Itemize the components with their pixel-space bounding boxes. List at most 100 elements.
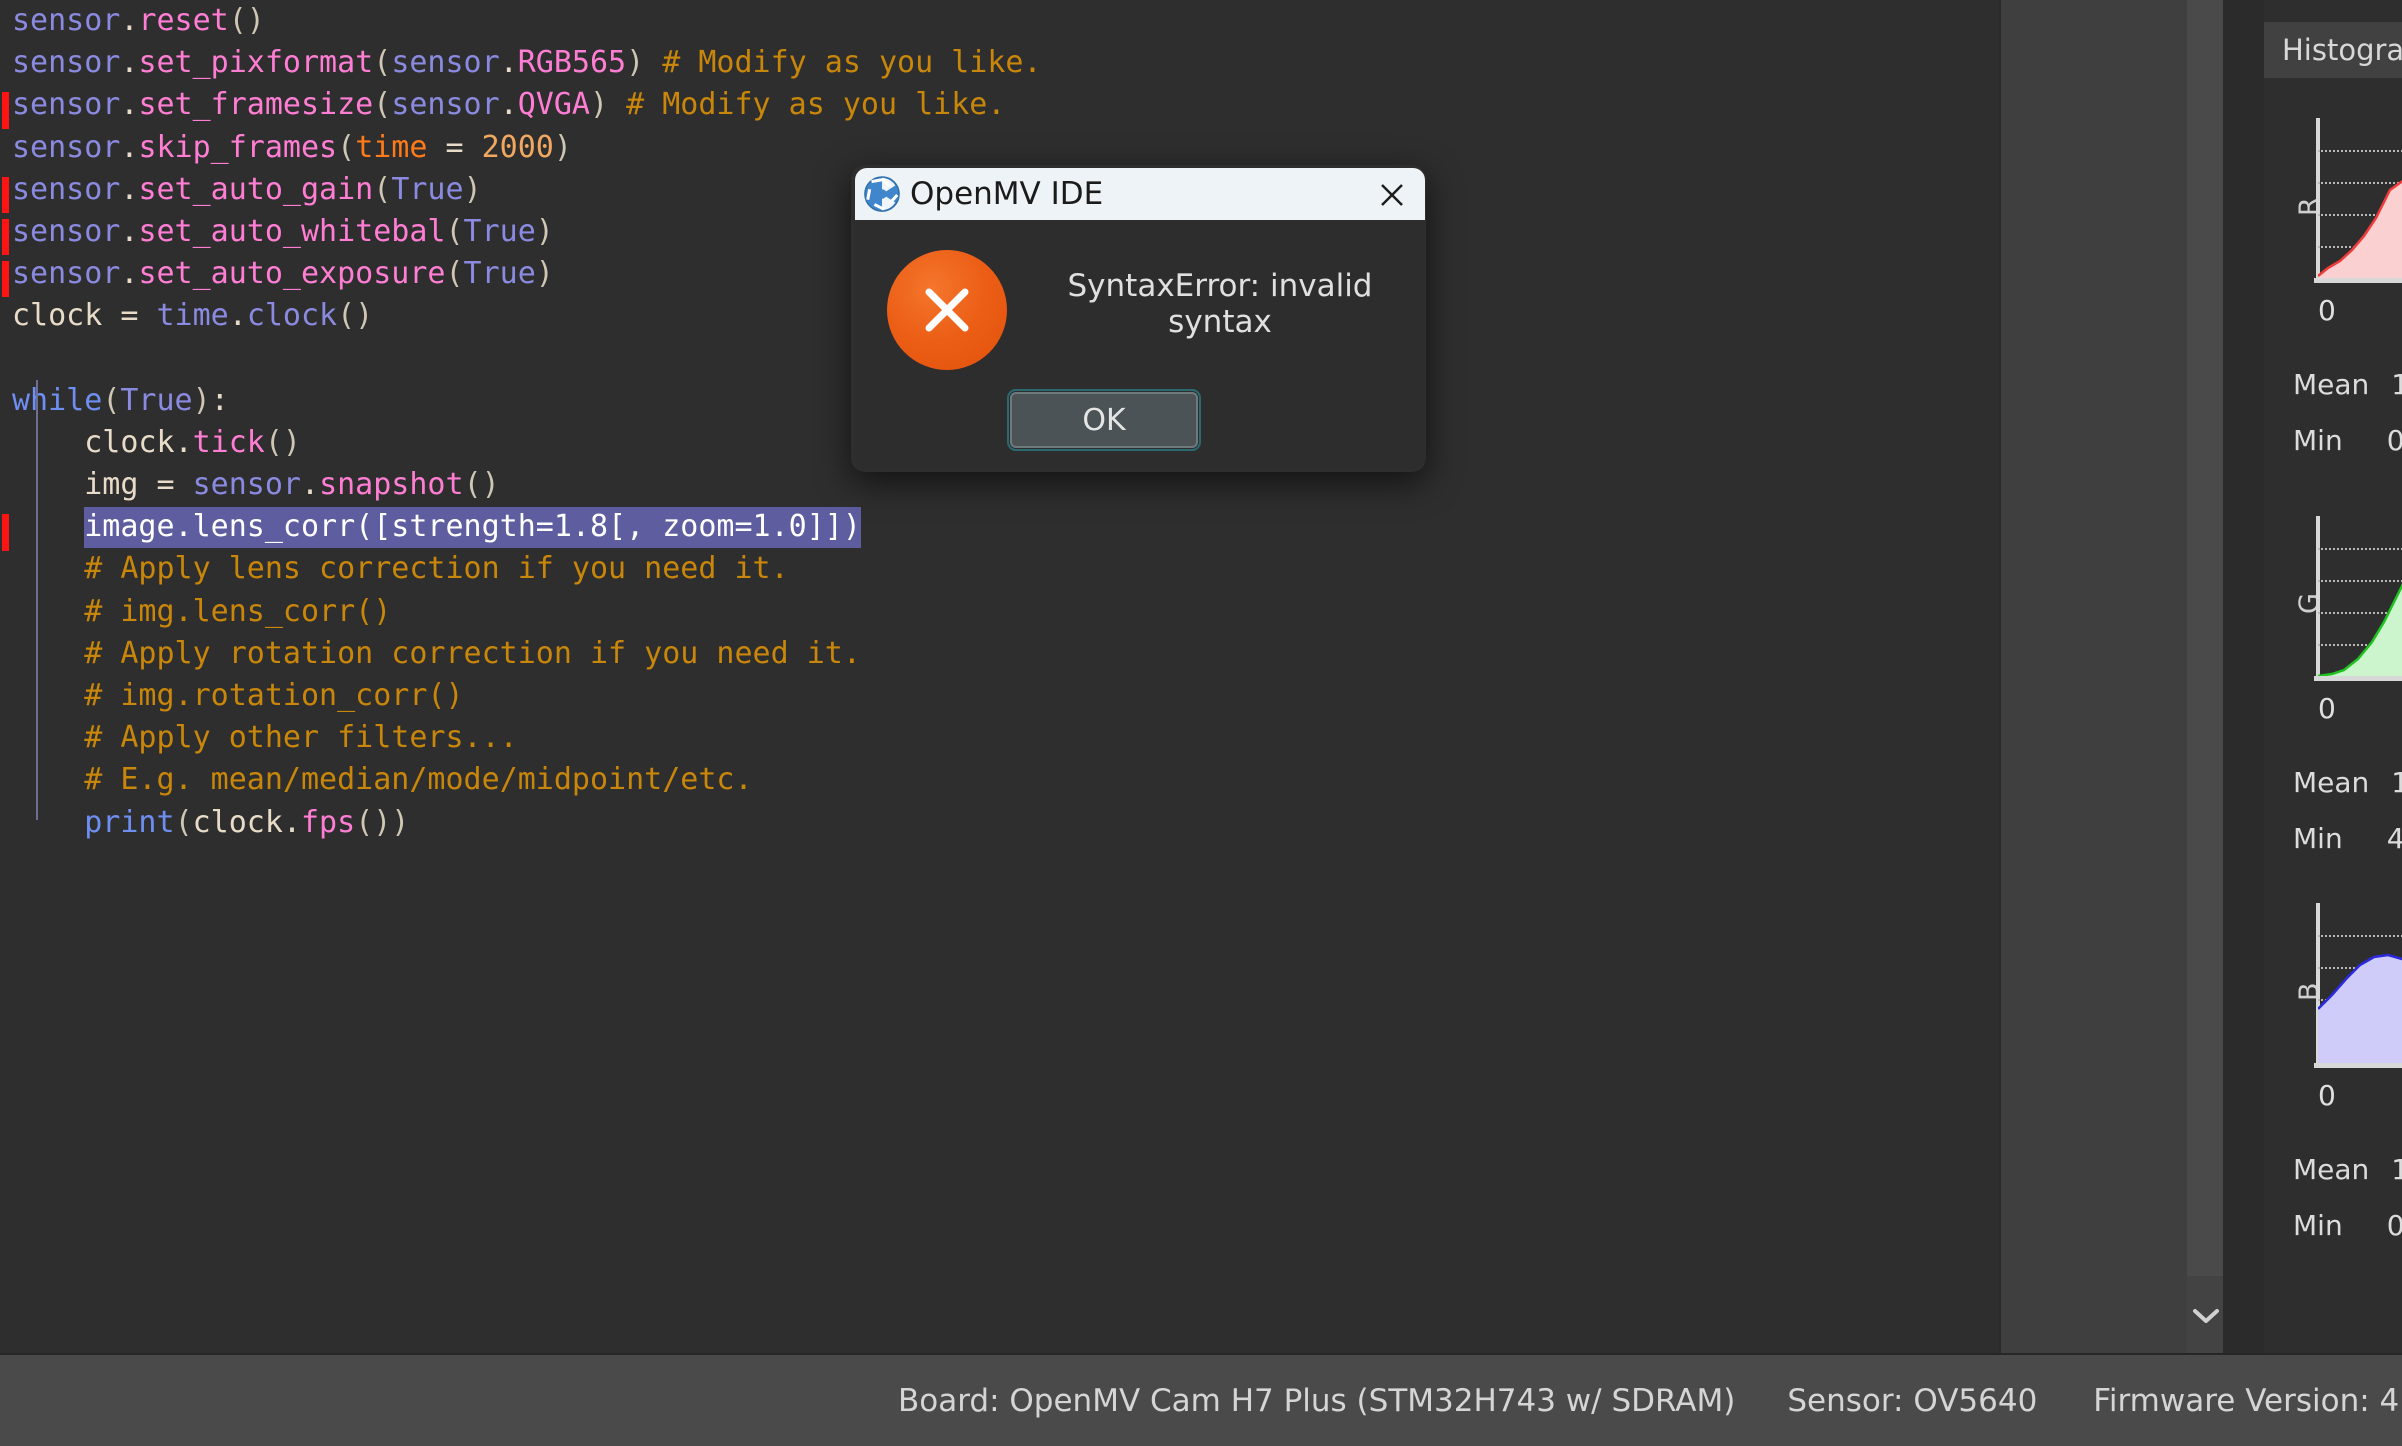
histogram-channel-r: R0Mean11Min0: [2264, 118, 2402, 457]
histogram-min-value: 0: [2386, 1209, 2402, 1242]
code-token: sensor: [12, 45, 121, 81]
dialog-message: SyntaxError: invalid syntax: [1067, 268, 1373, 340]
histogram-mean-value: 11: [2391, 368, 2402, 401]
histogram-mean-value: 11: [2391, 1153, 2402, 1186]
error-line-marker[interactable]: [2, 261, 9, 298]
dialog-close-button[interactable]: [1375, 178, 1409, 212]
error-line-marker[interactable]: [2, 176, 9, 213]
code-line[interactable]: sensor.set_framesize(sensor.QVGA) # Modi…: [12, 84, 1042, 126]
code-token: .: [174, 424, 193, 460]
code-token: sensor: [391, 87, 500, 123]
code-line[interactable]: # img.lens_corr(): [12, 591, 1042, 633]
code-line[interactable]: sensor.skip_frames(time = 2000): [12, 127, 1042, 169]
code-token: .: [120, 171, 139, 207]
code-line[interactable]: # Apply rotation correction if you need …: [12, 633, 1042, 675]
code-token: # E.g. mean/median/mode/midpoint/etc.: [84, 762, 753, 798]
dialog-ok-button[interactable]: OK: [1007, 389, 1201, 451]
code-token: clock: [246, 298, 338, 334]
code-token: fps: [301, 804, 356, 840]
code-token: .: [120, 213, 139, 249]
code-line-selected[interactable]: image.lens_corr([strength=1.8[, zoom=1.0…: [12, 506, 1042, 549]
scroll-down-button[interactable]: [2187, 1276, 2225, 1355]
code-token: ): [626, 45, 645, 81]
dialog-title-bar[interactable]: OpenMV IDE: [855, 168, 1425, 220]
code-token: (: [373, 45, 392, 81]
histogram-min-value: 0: [2386, 424, 2402, 457]
code-token: sensor: [12, 3, 121, 38]
code-token: .: [282, 804, 301, 840]
code-line[interactable]: sensor.reset(): [12, 0, 1042, 42]
error-dialog[interactable]: OpenMV IDE SyntaxError: invalid syntax O…: [855, 168, 1425, 469]
code-token: # Modify as you like.: [608, 87, 1006, 123]
code-token: .: [120, 87, 139, 123]
code-token: ): [463, 171, 482, 207]
histogram-min-label: Min: [2293, 424, 2343, 457]
histogram-panel: Histogram R0Mean11Min0G0Mean12Min4B0Mean…: [2264, 0, 2402, 1355]
histogram-mean-value: 12: [2391, 766, 2402, 799]
code-line[interactable]: # img.rotation_corr(): [12, 675, 1042, 717]
histogram-x-tick-zero: 0: [2318, 294, 2336, 327]
histogram-curve: [2318, 583, 2402, 676]
code-token: sensor: [192, 467, 301, 503]
code-token: clock: [84, 424, 175, 460]
code-token: clock: [12, 298, 103, 334]
code-token: set_pixformat: [138, 45, 374, 81]
code-token: (): [337, 298, 374, 334]
histogram-plot: [2318, 903, 2402, 1063]
histogram-min-row: Min 0: [2293, 424, 2402, 457]
code-token: (): [264, 424, 301, 460]
code-token: # img.lens_corr(): [84, 593, 392, 629]
panel-scrollbar[interactable]: [2187, 0, 2225, 1355]
code-token: ): [590, 87, 609, 123]
code-token: RGB565: [517, 45, 627, 81]
code-token: skip_frames: [138, 129, 338, 165]
code-token: sensor: [12, 129, 121, 165]
scrollbar-thumb[interactable]: [2187, 0, 2225, 1276]
code-token: ): [535, 256, 554, 292]
histogram-x-axis: [2314, 676, 2402, 681]
code-token: set_auto_exposure: [138, 256, 446, 292]
code-token: ()): [355, 804, 410, 840]
close-icon: [1381, 184, 1403, 206]
indent-guide: [36, 380, 38, 820]
code-token: set_auto_whitebal: [138, 213, 446, 249]
code-token: True: [391, 171, 464, 207]
code-token: (): [228, 3, 265, 38]
histogram-channel-b: B0Mean11Min0: [2264, 903, 2402, 1242]
code-line[interactable]: print(clock.fps()): [12, 802, 1042, 844]
status-firmware: Firmware Version: 4.5.3 - [ latest ]: [2093, 1382, 2402, 1419]
chevron-down-icon: [2193, 1308, 2219, 1323]
code-token: clock: [192, 804, 283, 840]
status-board: Board: OpenMV Cam H7 Plus (STM32H743 w/ …: [898, 1382, 1736, 1419]
histogram-plot: [2318, 516, 2402, 676]
code-token: # Apply lens correction if you need it.: [84, 551, 789, 587]
histogram-min-row: Min 0: [2293, 1209, 2402, 1242]
error-x-icon: [925, 288, 969, 332]
error-line-marker[interactable]: [2, 92, 9, 129]
code-token: (: [445, 213, 464, 249]
error-line-marker[interactable]: [2, 514, 9, 551]
histogram-min-row: Min 4: [2293, 822, 2402, 855]
code-token: (: [373, 87, 392, 123]
histogram-curve: [2318, 179, 2402, 278]
code-token: ): [192, 382, 211, 418]
histogram-mean-row: Mean 11: [2293, 368, 2402, 401]
code-token: .: [120, 3, 139, 38]
histogram-mean-label: Mean: [2293, 1153, 2370, 1186]
histogram-title: Histogram: [2282, 33, 2402, 67]
code-line[interactable]: # Apply other filters...: [12, 717, 1042, 759]
code-token: (: [174, 804, 193, 840]
code-token: .: [120, 45, 139, 81]
histogram-mean-label: Mean: [2293, 368, 2370, 401]
code-token: .: [228, 298, 247, 334]
code-token: .: [499, 87, 518, 123]
code-token: set_auto_gain: [138, 171, 374, 207]
status-sensor: Sensor: OV5640: [1787, 1382, 2038, 1419]
code-token: ): [535, 213, 554, 249]
code-line[interactable]: # E.g. mean/median/mode/midpoint/etc.: [12, 759, 1042, 801]
code-token: ): [553, 129, 572, 165]
code-line[interactable]: # Apply lens correction if you need it.: [12, 548, 1042, 590]
code-token: image.lens_corr([strength=1.8[, zoom=1.0…: [84, 507, 861, 549]
code-line[interactable]: sensor.set_pixformat(sensor.RGB565) # Mo…: [12, 42, 1042, 84]
error-line-marker[interactable]: [2, 219, 9, 256]
